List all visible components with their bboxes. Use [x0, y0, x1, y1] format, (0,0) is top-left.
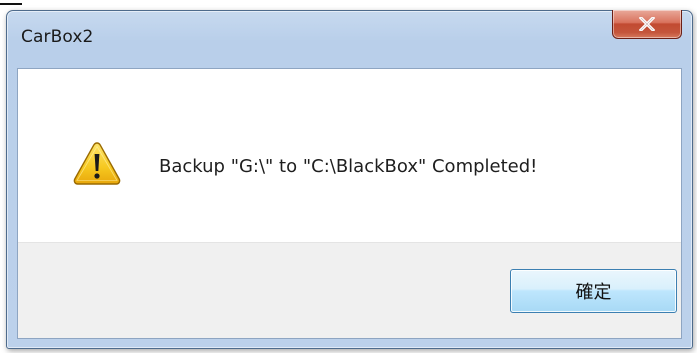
title-bar[interactable]: CarBox2	[7, 10, 692, 63]
ok-button[interactable]: 確定	[510, 269, 677, 313]
warning-icon	[73, 142, 121, 185]
button-area: 確定	[18, 242, 681, 338]
close-button[interactable]	[612, 10, 682, 39]
close-icon	[639, 17, 655, 31]
window-title: CarBox2	[21, 27, 94, 47]
message-area: Backup "G:\" to "C:\BlackBox" Completed!	[18, 69, 681, 242]
message-dialog: CarBox2 Backup "G:\" to "C:\BlackBox" Co…	[6, 10, 693, 349]
dialog-content: Backup "G:\" to "C:\BlackBox" Completed!…	[17, 68, 682, 339]
background-underline	[0, 3, 22, 5]
message-text: Backup "G:\" to "C:\BlackBox" Completed!	[159, 156, 538, 177]
